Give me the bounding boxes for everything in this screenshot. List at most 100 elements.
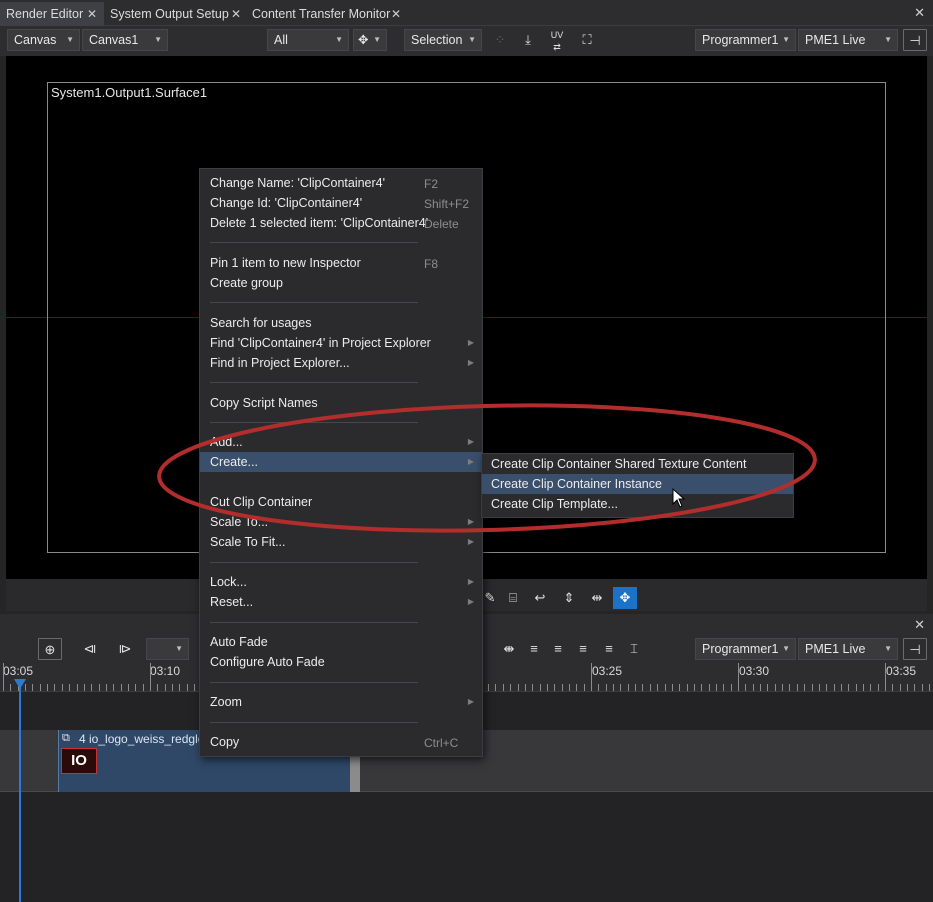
close-icon[interactable]: ✕ <box>87 2 97 26</box>
menu-item-scale-to-fit[interactable]: Scale To Fit... ▶ <box>200 532 482 552</box>
ruler-tick <box>179 684 180 691</box>
ruler-tick <box>863 684 864 691</box>
submenu-item-instance[interactable]: Create Clip Container Instance <box>482 474 793 494</box>
menu-separator <box>210 562 418 563</box>
menu-separator <box>210 382 418 383</box>
menu-item-reset[interactable]: Reset... ▶ <box>200 592 482 612</box>
canvas-type-dropdown[interactable]: Canvas ▼ <box>7 29 80 51</box>
canvas-name-dropdown[interactable]: Canvas1 ▼ <box>82 29 168 51</box>
pin-icon[interactable]: ⊣ <box>903 638 927 660</box>
chevron-down-icon: ▼ <box>335 35 343 44</box>
snap-icon[interactable]: ⤓ <box>516 29 540 51</box>
timeline-programmer-dropdown[interactable]: Programmer1 ▼ <box>695 638 796 660</box>
ruler-tick <box>672 684 673 691</box>
menu-item-change-id[interactable]: Change Id: 'ClipContainer4' Shift+F2 <box>200 193 482 213</box>
ruler-tick <box>554 684 555 691</box>
power-logo-icon: IO <box>71 752 87 769</box>
ruler-tick <box>77 684 78 691</box>
filter-dropdown[interactable]: All ▼ <box>267 29 349 51</box>
snap-icon[interactable]: ⁘ <box>488 29 512 51</box>
menu-item-label: Delete 1 selected item: 'ClipContainer4' <box>210 216 429 230</box>
ruler-tick <box>635 684 636 691</box>
align-left-icon[interactable]: ≡ <box>522 638 546 660</box>
dropdown-value: Canvas1 <box>89 33 139 47</box>
menu-item-create-group[interactable]: Create group <box>200 273 482 293</box>
playhead-handle[interactable] <box>14 679 26 689</box>
mouse-cursor-icon <box>672 488 686 508</box>
menu-item-copy[interactable]: Copy Ctrl+C <box>200 732 482 752</box>
ruler-tick <box>841 684 842 691</box>
menu-item-configure-auto-fade[interactable]: Configure Auto Fade <box>200 652 482 672</box>
menu-item-lock[interactable]: Lock... ▶ <box>200 572 482 592</box>
timeline-dropdown[interactable]: ▼ <box>146 638 189 660</box>
align-icon[interactable]: ⇕ <box>557 587 581 609</box>
menu-item-add[interactable]: Add... ▶ <box>200 432 482 452</box>
navigate-icon[interactable]: ✥ <box>613 587 637 609</box>
tab-content-transfer-monitor[interactable]: Content Transfer Monitor ✕ <box>246 2 410 26</box>
tick-label: 03:10 <box>150 664 181 678</box>
next-keyframe-icon[interactable]: ⧐ <box>113 638 137 660</box>
ruler-tick <box>716 684 717 691</box>
menu-item-find-in-explorer-more[interactable]: Find in Project Explorer... ▶ <box>200 353 482 373</box>
align-center-icon[interactable]: ≡ <box>546 638 570 660</box>
menu-item-create[interactable]: Create... ▶ <box>200 452 482 472</box>
uv-icon[interactable]: UV ⇄ <box>545 29 569 52</box>
menu-separator <box>210 242 418 243</box>
ruler-tick <box>613 684 614 691</box>
programmer-dropdown[interactable]: Programmer1 ▼ <box>695 29 796 51</box>
close-icon[interactable]: ✕ <box>914 5 925 21</box>
output-dropdown[interactable]: PME1 Live ▼ <box>798 29 898 51</box>
menu-item-label: Scale To... <box>210 515 269 529</box>
ruler-tick <box>819 684 820 691</box>
menu-item-auto-fade[interactable]: Auto Fade <box>200 632 482 652</box>
chevron-right-icon: ▶ <box>467 577 474 586</box>
ruler-tick <box>3 663 4 691</box>
dropdown-value: All <box>274 33 288 47</box>
collapse-icon[interactable]: ≡ <box>597 638 621 660</box>
menu-item-find-in-explorer[interactable]: Find 'ClipContainer4' in Project Explore… <box>200 333 482 353</box>
close-icon[interactable]: ✕ <box>231 2 241 26</box>
pin-icon[interactable]: ⊣ <box>903 29 927 51</box>
tab-label: Content Transfer Monitor <box>252 7 391 21</box>
ruler-tick <box>701 684 702 691</box>
ruler-tick <box>150 663 151 691</box>
menu-item-scale-to[interactable]: Scale To... ▶ <box>200 512 482 532</box>
submenu-item-shared-texture[interactable]: Create Clip Container Shared Texture Con… <box>482 454 793 474</box>
ruler-tick <box>753 684 754 691</box>
menu-item-search-usages[interactable]: Search for usages <box>200 313 482 333</box>
chevron-down-icon: ▼ <box>782 644 790 653</box>
prev-keyframe-icon[interactable]: ⧏ <box>78 638 102 660</box>
ruler-tick <box>518 684 519 691</box>
undo-icon[interactable]: ↩ <box>528 587 552 609</box>
stretch-icon[interactable]: ⇹ <box>585 587 609 609</box>
playhead[interactable] <box>19 680 21 902</box>
expand-icon[interactable]: ⇼ <box>497 638 521 660</box>
submenu-item-template[interactable]: Create Clip Template... <box>482 494 793 514</box>
close-icon[interactable]: ✕ <box>391 2 401 26</box>
chevron-right-icon: ▶ <box>467 338 474 347</box>
selection-mode-dropdown[interactable]: Selection ▼ <box>404 29 482 51</box>
menu-item-label: Create Clip Container Instance <box>491 477 662 491</box>
tab-render-editor[interactable]: Render Editor ✕ <box>0 2 104 26</box>
frame-icon[interactable]: ⛶ <box>575 29 599 51</box>
menu-item-cut[interactable]: Cut Clip Container <box>200 492 482 512</box>
chevron-down-icon: ▼ <box>884 35 892 44</box>
add-track-icon[interactable]: ≡ <box>571 638 595 660</box>
menu-item-label: Create Clip Template... <box>491 497 618 511</box>
move-tool-dropdown[interactable]: ✥ ▼ <box>353 29 387 51</box>
menu-item-label: Copy Script Names <box>210 396 318 410</box>
tab-system-output-setup[interactable]: System Output Setup ✕ <box>104 2 246 26</box>
text-cursor-icon[interactable]: ⌶ <box>622 638 646 660</box>
menu-item-label: Add... <box>210 435 243 449</box>
marker-icon[interactable]: ⊕ <box>38 638 62 660</box>
menu-item-change-name[interactable]: Change Name: 'ClipContainer4' F2 <box>200 173 482 193</box>
menu-item-copy-script-names[interactable]: Copy Script Names <box>200 393 482 413</box>
camera-icon[interactable]: ⌸ <box>501 587 525 609</box>
menu-item-delete[interactable]: Delete 1 selected item: 'ClipContainer4'… <box>200 213 482 233</box>
ruler-tick <box>731 684 732 691</box>
close-icon[interactable]: ✕ <box>914 617 925 633</box>
menu-item-zoom[interactable]: Zoom ▶ <box>200 692 482 712</box>
menu-item-pin-inspector[interactable]: Pin 1 item to new Inspector F8 <box>200 253 482 273</box>
render-toolbar: Canvas ▼ Canvas1 ▼ All ▼ ✥ ▼ Selection ▼ ⁘ ⤓ … <box>0 26 933 56</box>
timeline-output-dropdown[interactable]: PME1 Live ▼ <box>798 638 898 660</box>
